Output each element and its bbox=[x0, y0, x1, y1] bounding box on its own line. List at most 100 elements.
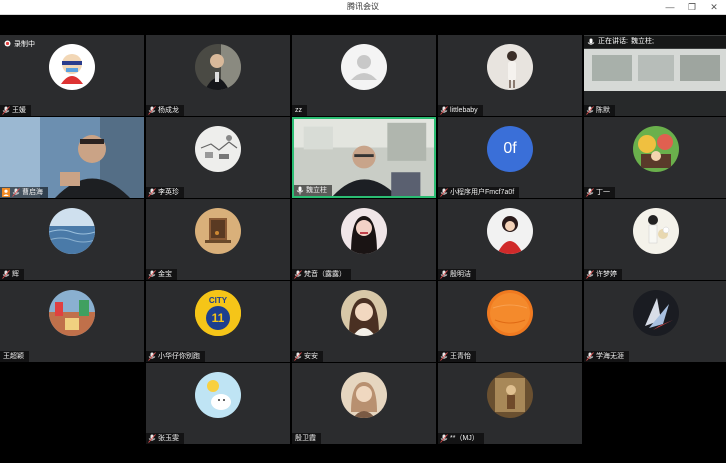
window-title: 腾讯会议 bbox=[347, 2, 379, 11]
avatar bbox=[341, 290, 387, 337]
participant-name: 陈默 bbox=[596, 107, 610, 114]
name-tag: 梵音（露露） bbox=[292, 269, 351, 280]
participant-tile[interactable]: littlebaby bbox=[438, 35, 582, 116]
mic-on-icon bbox=[296, 186, 304, 195]
name-tag: 殷明洁 bbox=[438, 269, 476, 280]
participant-tile[interactable]: 录制中 王媛 bbox=[0, 35, 144, 116]
participant-name: 梵音（露露） bbox=[304, 271, 346, 278]
participant-tile[interactable]: CITY 11 小华仔你别跑 bbox=[146, 281, 290, 362]
participant-tile[interactable]: 李英珍 bbox=[146, 117, 290, 198]
name-tag: 陈默 bbox=[584, 105, 615, 116]
mic-muted-icon bbox=[586, 352, 594, 361]
mic-muted-icon bbox=[148, 434, 156, 443]
letter-avatar: 0f bbox=[487, 126, 533, 173]
name-tag: 王媛 bbox=[0, 105, 31, 116]
participant-tile[interactable]: 杨成龙 bbox=[146, 35, 290, 116]
participant-name: 殷明洁 bbox=[450, 271, 471, 278]
participant-name: 辉 bbox=[12, 271, 19, 278]
minimize-button[interactable]: — bbox=[664, 1, 676, 13]
mic-muted-icon bbox=[440, 434, 448, 443]
participant-name: 曹启海 bbox=[22, 189, 43, 196]
host-icon bbox=[2, 188, 10, 197]
avatar bbox=[487, 290, 533, 337]
participant-tile[interactable]: 殷卫霞 bbox=[292, 363, 436, 444]
name-tag: 王超颖 bbox=[0, 351, 29, 362]
name-tag: 金宝 bbox=[146, 269, 177, 280]
mic-muted-icon bbox=[148, 270, 156, 279]
speaking-label: 正在讲话: bbox=[598, 38, 628, 45]
avatar bbox=[195, 208, 241, 255]
participant-name: **（MJ） bbox=[450, 435, 479, 442]
mic-muted-icon bbox=[148, 352, 156, 361]
avatar bbox=[633, 290, 679, 337]
mic-muted-icon bbox=[12, 188, 20, 197]
participant-name: 小华仔你别跑 bbox=[158, 353, 200, 360]
name-tag: littlebaby bbox=[438, 105, 483, 116]
avatar bbox=[49, 290, 95, 337]
speaking-name: 魏立柱; bbox=[630, 38, 654, 45]
participant-name: 安安 bbox=[304, 353, 318, 360]
name-tag: 魏立柱 bbox=[294, 185, 332, 196]
participant-tile[interactable]: 许梦婷 bbox=[584, 199, 726, 280]
participant-tile[interactable]: 王超颖 bbox=[0, 281, 144, 362]
avatar bbox=[49, 44, 95, 91]
mic-muted-icon bbox=[148, 106, 156, 115]
participant-tile[interactable]: 0f 小程序用户Fmcf7a0f bbox=[438, 117, 582, 198]
name-tag: zz bbox=[292, 105, 307, 116]
speaker-icon bbox=[587, 38, 595, 47]
participant-tile-active-speaker[interactable]: 魏立柱 bbox=[292, 117, 436, 198]
participant-tile[interactable]: 王青怡 bbox=[438, 281, 582, 362]
maximize-button[interactable]: ❐ bbox=[686, 1, 698, 13]
participant-name: 殷卫霞 bbox=[295, 435, 316, 442]
record-icon bbox=[4, 40, 11, 47]
participant-name: zz bbox=[295, 107, 302, 114]
name-tag: 王青怡 bbox=[438, 351, 476, 362]
participant-name: 许梦婷 bbox=[596, 271, 617, 278]
mic-muted-icon bbox=[2, 270, 10, 279]
recording-label: 录制中 bbox=[14, 40, 35, 48]
name-tag: 学海无涯 bbox=[584, 351, 629, 362]
participant-tile[interactable]: 殷明洁 bbox=[438, 199, 582, 280]
avatar bbox=[341, 208, 387, 255]
participant-tile[interactable]: 丁一 bbox=[584, 117, 726, 198]
participant-tile[interactable]: 安安 bbox=[292, 281, 436, 362]
mic-muted-icon bbox=[586, 270, 594, 279]
participant-tile[interactable]: zz bbox=[292, 35, 436, 116]
avatar bbox=[633, 126, 679, 173]
default-avatar-icon bbox=[341, 44, 387, 91]
video-grid: 录制中 王媛 杨成龙 zz littlebaby 陈默 曹启海 李英珍 魏立柱 … bbox=[0, 35, 726, 445]
name-tag: 殷卫霞 bbox=[292, 433, 321, 444]
avatar bbox=[341, 372, 387, 419]
participant-name: littlebaby bbox=[450, 107, 478, 114]
avatar bbox=[195, 44, 241, 91]
recording-indicator: 录制中 bbox=[4, 38, 35, 49]
participant-name: 杨成龙 bbox=[158, 107, 179, 114]
mic-muted-icon bbox=[440, 352, 448, 361]
participant-tile[interactable]: 金宝 bbox=[146, 199, 290, 280]
avatar bbox=[195, 126, 241, 173]
mic-muted-icon bbox=[586, 188, 594, 197]
avatar bbox=[49, 208, 95, 255]
mic-muted-icon bbox=[440, 106, 448, 115]
participant-tile[interactable]: 梵音（露露） bbox=[292, 199, 436, 280]
name-tag: 小程序用户Fmcf7a0f bbox=[438, 187, 520, 198]
participant-name: 王青怡 bbox=[450, 353, 471, 360]
participant-name: 魏立柱 bbox=[306, 187, 327, 194]
mic-muted-icon bbox=[440, 270, 448, 279]
participant-tile[interactable]: 曹启海 bbox=[0, 117, 144, 198]
participant-tile[interactable]: 学海无涯 bbox=[584, 281, 726, 362]
avatar-badge-number: 11 bbox=[211, 311, 225, 326]
participant-tile[interactable]: 张玉雯 bbox=[146, 363, 290, 444]
participant-tile[interactable]: **（MJ） bbox=[438, 363, 582, 444]
close-button[interactable]: ✕ bbox=[708, 1, 720, 13]
participant-tile[interactable]: 辉 bbox=[0, 199, 144, 280]
avatar-badge-text: CITY bbox=[208, 296, 228, 306]
name-tag: 杨成龙 bbox=[146, 105, 184, 116]
avatar bbox=[487, 208, 533, 255]
avatar bbox=[633, 208, 679, 255]
name-tag: 曹启海 bbox=[0, 187, 48, 198]
speaking-indicator: 正在讲话: 魏立柱; bbox=[583, 36, 726, 48]
name-tag: 小华仔你别跑 bbox=[146, 351, 205, 362]
mic-muted-icon bbox=[148, 188, 156, 197]
name-tag: 辉 bbox=[0, 269, 24, 280]
